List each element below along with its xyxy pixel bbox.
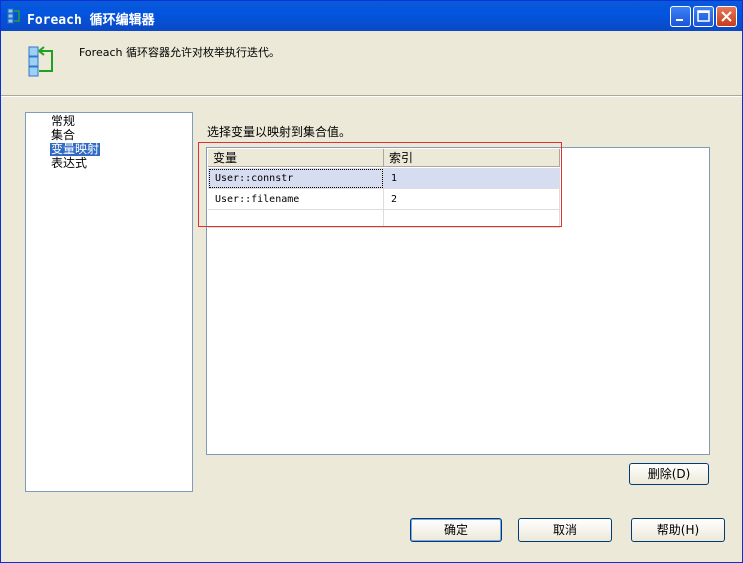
page-navigation: 常规 集合 变量映射 表达式	[25, 112, 193, 492]
window-title: Foreach 循环编辑器	[27, 13, 155, 28]
header-description: Foreach 循环容器允许对枚举执行迭代。	[79, 46, 280, 59]
minimize-button[interactable]	[670, 6, 691, 27]
nav-item-variable-mappings[interactable]: 变量映射	[50, 143, 101, 156]
help-button[interactable]: 帮助(H)	[631, 518, 725, 542]
dialog-header: Foreach 循环容器允许对枚举执行迭代。	[1, 31, 742, 96]
minimize-icon	[676, 19, 683, 21]
dialog-window: Foreach 循环编辑器 Foreach 循环容器允许对枚举执行迭代。 常规 …	[0, 0, 743, 563]
ok-button[interactable]: 确定	[410, 518, 502, 542]
nav-item-general[interactable]: 常规	[50, 115, 76, 128]
foreach-loop-icon	[28, 46, 53, 77]
nav-item-collection[interactable]: 集合	[50, 129, 76, 142]
header-divider-highlight	[1, 96, 742, 97]
cancel-button[interactable]: 取消	[518, 518, 612, 542]
close-icon	[721, 11, 732, 22]
title-bar[interactable]: Foreach 循环编辑器	[1, 1, 742, 31]
maximize-icon	[697, 10, 710, 22]
delete-button[interactable]: 删除(D)	[629, 463, 709, 485]
close-button[interactable]	[716, 6, 737, 27]
nav-item-expressions[interactable]: 表达式	[50, 157, 88, 170]
grid-instruction: 选择变量以映射到集合值。	[207, 125, 352, 139]
maximize-button[interactable]	[693, 6, 714, 27]
foreach-container-icon	[7, 8, 20, 24]
highlight-annotation-box	[198, 142, 562, 227]
